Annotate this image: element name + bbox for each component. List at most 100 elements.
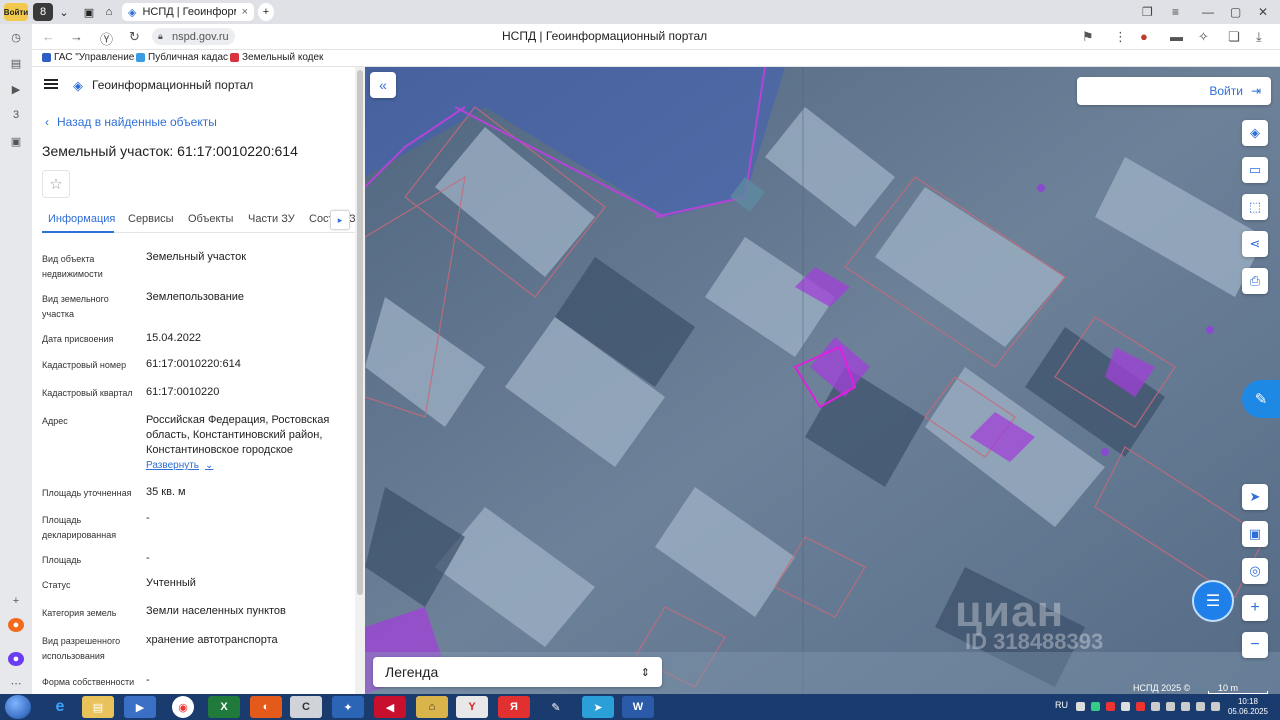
tabs-scroll-right-icon[interactable]: ▸ <box>330 210 350 230</box>
active-tab[interactable]: ◈ НСПД | Геоинформацион × <box>122 3 254 21</box>
field-label: Площадь <box>42 555 82 565</box>
field-value: 15.04.2022 <box>146 332 202 344</box>
tabs-dropdown-icon[interactable]: ⌄ <box>56 3 72 21</box>
more-vertical-icon[interactable]: ⋮ <box>1114 29 1127 45</box>
collapse-panel-icon[interactable]: « <box>370 72 396 98</box>
tab-information[interactable]: Информация <box>48 213 115 225</box>
history-icon[interactable]: ◷ <box>8 30 24 44</box>
portal-name[interactable]: Геоинформационный портал <box>92 78 253 92</box>
layers-icon[interactable]: ◈ <box>1242 120 1268 146</box>
field-label: Площадь декларированная <box>42 515 117 540</box>
extensions-puzzle-icon[interactable]: ✧ <box>1198 29 1209 45</box>
close-window-icon[interactable]: ✕ <box>1258 5 1268 19</box>
tray-volume-icon[interactable] <box>1151 702 1160 711</box>
app-shield-icon[interactable]: ✦ <box>332 696 364 718</box>
add-panel-icon[interactable]: + <box>8 594 24 608</box>
favorite-star-icon[interactable]: ☆ <box>42 170 70 198</box>
hamburger-menu-icon[interactable] <box>44 79 58 89</box>
bookmark-flag-icon[interactable]: ⚑ <box>1082 29 1094 45</box>
windows-taskbar: e ▤ ▶ ◉ X ◐ C ✦ ◀ ⌂ Y Я ✎ ➤ W RU 10:18 0… <box>0 694 1280 720</box>
tray-battery-icon[interactable] <box>1181 702 1190 711</box>
share-icon[interactable]: ⋖ <box>1242 231 1268 257</box>
yandex-browser-icon[interactable]: Y <box>456 696 488 718</box>
tray-network-icon[interactable] <box>1166 702 1175 711</box>
panel-scroll-thumb[interactable] <box>357 70 363 595</box>
reading-list-icon[interactable]: ❏ <box>1228 29 1240 45</box>
media-icon[interactable]: ▣ <box>8 134 24 148</box>
tab-objects[interactable]: Объекты <box>188 213 233 225</box>
back-arrow-icon[interactable]: ← <box>42 29 55 44</box>
bookmark-item[interactable]: ГАС "Управление <box>42 52 134 63</box>
explorer-icon[interactable]: ▤ <box>82 696 114 718</box>
geo-target-icon[interactable]: ◎ <box>1242 558 1268 584</box>
ruler-icon[interactable]: ▭ <box>1242 157 1268 183</box>
download-icon[interactable]: ⤓ <box>1256 29 1262 45</box>
app-orange-icon[interactable]: ● <box>8 618 24 632</box>
tab-land-parts[interactable]: Части ЗУ <box>248 213 295 225</box>
media-player-icon[interactable]: ▶ <box>124 696 156 718</box>
print-icon[interactable]: ⎙ <box>1242 268 1268 294</box>
bookmark-item[interactable]: Публичная кадас <box>136 52 228 63</box>
input-language[interactable]: RU <box>1055 700 1068 710</box>
extension-hat-icon[interactable]: ▬ <box>1170 29 1183 44</box>
zoom-out-icon[interactable]: − <box>1242 632 1268 658</box>
tab-favicon-icon[interactable]: ▣ <box>82 3 96 21</box>
alice-icon[interactable]: ● <box>8 652 24 666</box>
login-button[interactable]: Войти ⇥ <box>1077 77 1271 105</box>
locate-me-icon[interactable]: ➤ <box>1242 484 1268 510</box>
tray-notifications-icon[interactable] <box>1196 702 1205 711</box>
feedback-chat-icon[interactable]: ✎ <box>1242 380 1280 418</box>
video-icon[interactable]: ▶ <box>8 82 24 96</box>
close-tab-icon[interactable]: × <box>242 6 248 18</box>
yandex-icon[interactable]: Я <box>498 696 530 718</box>
excel-icon[interactable]: X <box>208 696 240 718</box>
minimize-icon[interactable]: — <box>1202 5 1214 19</box>
ie-icon[interactable]: e <box>44 696 76 718</box>
start-button-icon[interactable] <box>5 695 31 719</box>
counter-icon[interactable]: 3 <box>8 108 24 122</box>
object-title: Земельный участок: 61:17:0010220:614 <box>42 143 298 159</box>
user-badge[interactable]: Войти <box>4 3 28 21</box>
bookmarks-panel-icon[interactable]: ❐ <box>1142 5 1153 19</box>
system-clock[interactable]: 10:18 05.06.2025 <box>1226 697 1270 717</box>
tray-yandex-icon[interactable] <box>1136 702 1145 711</box>
tray-app-icon[interactable] <box>1121 702 1130 711</box>
restore-icon[interactable]: ▢ <box>1230 5 1241 19</box>
tray-k-icon[interactable] <box>1091 702 1100 711</box>
bookmark-favicon-icon <box>42 53 51 62</box>
paint-icon[interactable]: ✎ <box>540 696 572 718</box>
forward-arrow-icon[interactable]: → <box>70 29 83 44</box>
extension-profile-icon[interactable]: ● <box>1140 29 1148 44</box>
active-tab-indicator <box>42 231 114 233</box>
new-tab-icon[interactable]: + <box>258 3 274 21</box>
select-area-icon[interactable]: ⬚ <box>1242 194 1268 220</box>
collections-icon[interactable]: ▤ <box>8 56 24 70</box>
app-c-icon[interactable]: C <box>290 696 322 718</box>
yandex-icon[interactable]: Ⓨ <box>100 29 113 48</box>
map-view[interactable]: циан ID 318488393 « Войти ⇥ ◈ ▭ ⬚ ⋖ ⎙ ✎ … <box>365 67 1280 694</box>
app-house-icon[interactable]: ⌂ <box>416 696 448 718</box>
tray-red-icon[interactable] <box>1106 702 1115 711</box>
support-chat-icon[interactable]: ☰ <box>1192 580 1234 622</box>
app-red-icon[interactable]: ◀ <box>374 696 406 718</box>
legend-selector[interactable]: Легенда ⇕ <box>373 657 662 687</box>
more-icon[interactable]: ⋯ <box>8 676 24 690</box>
word-icon[interactable]: W <box>622 696 654 718</box>
firefox-icon[interactable]: ◐ <box>250 696 282 718</box>
bookmark-item[interactable]: Земельный кодек <box>230 52 323 63</box>
url-field[interactable]: 🔒︎ nspd.gov.ru <box>152 28 235 45</box>
chrome-icon[interactable]: ◉ <box>172 696 194 718</box>
home-icon[interactable]: ⌂ <box>102 3 116 21</box>
zoom-in-icon[interactable]: + <box>1242 595 1268 621</box>
menu-icon[interactable]: ≡ <box>1172 5 1179 19</box>
minimap-icon[interactable]: ▣ <box>1242 521 1268 547</box>
reload-icon[interactable]: ↻ <box>129 29 140 45</box>
expand-address-link[interactable]: Развернуть ⌄ <box>146 460 213 471</box>
tab-services[interactable]: Сервисы <box>128 213 174 225</box>
tray-printer-icon[interactable] <box>1076 702 1085 711</box>
tab-count[interactable]: 8 <box>33 3 53 21</box>
telegram-icon[interactable]: ➤ <box>582 696 614 718</box>
back-to-results-link[interactable]: ‹ Назад в найденные объекты <box>45 115 217 129</box>
browser-side-rail: ◷ ▤ ▶ 3 ▣ + ● ● ⋯ <box>0 24 32 694</box>
tray-display-icon[interactable] <box>1211 702 1220 711</box>
